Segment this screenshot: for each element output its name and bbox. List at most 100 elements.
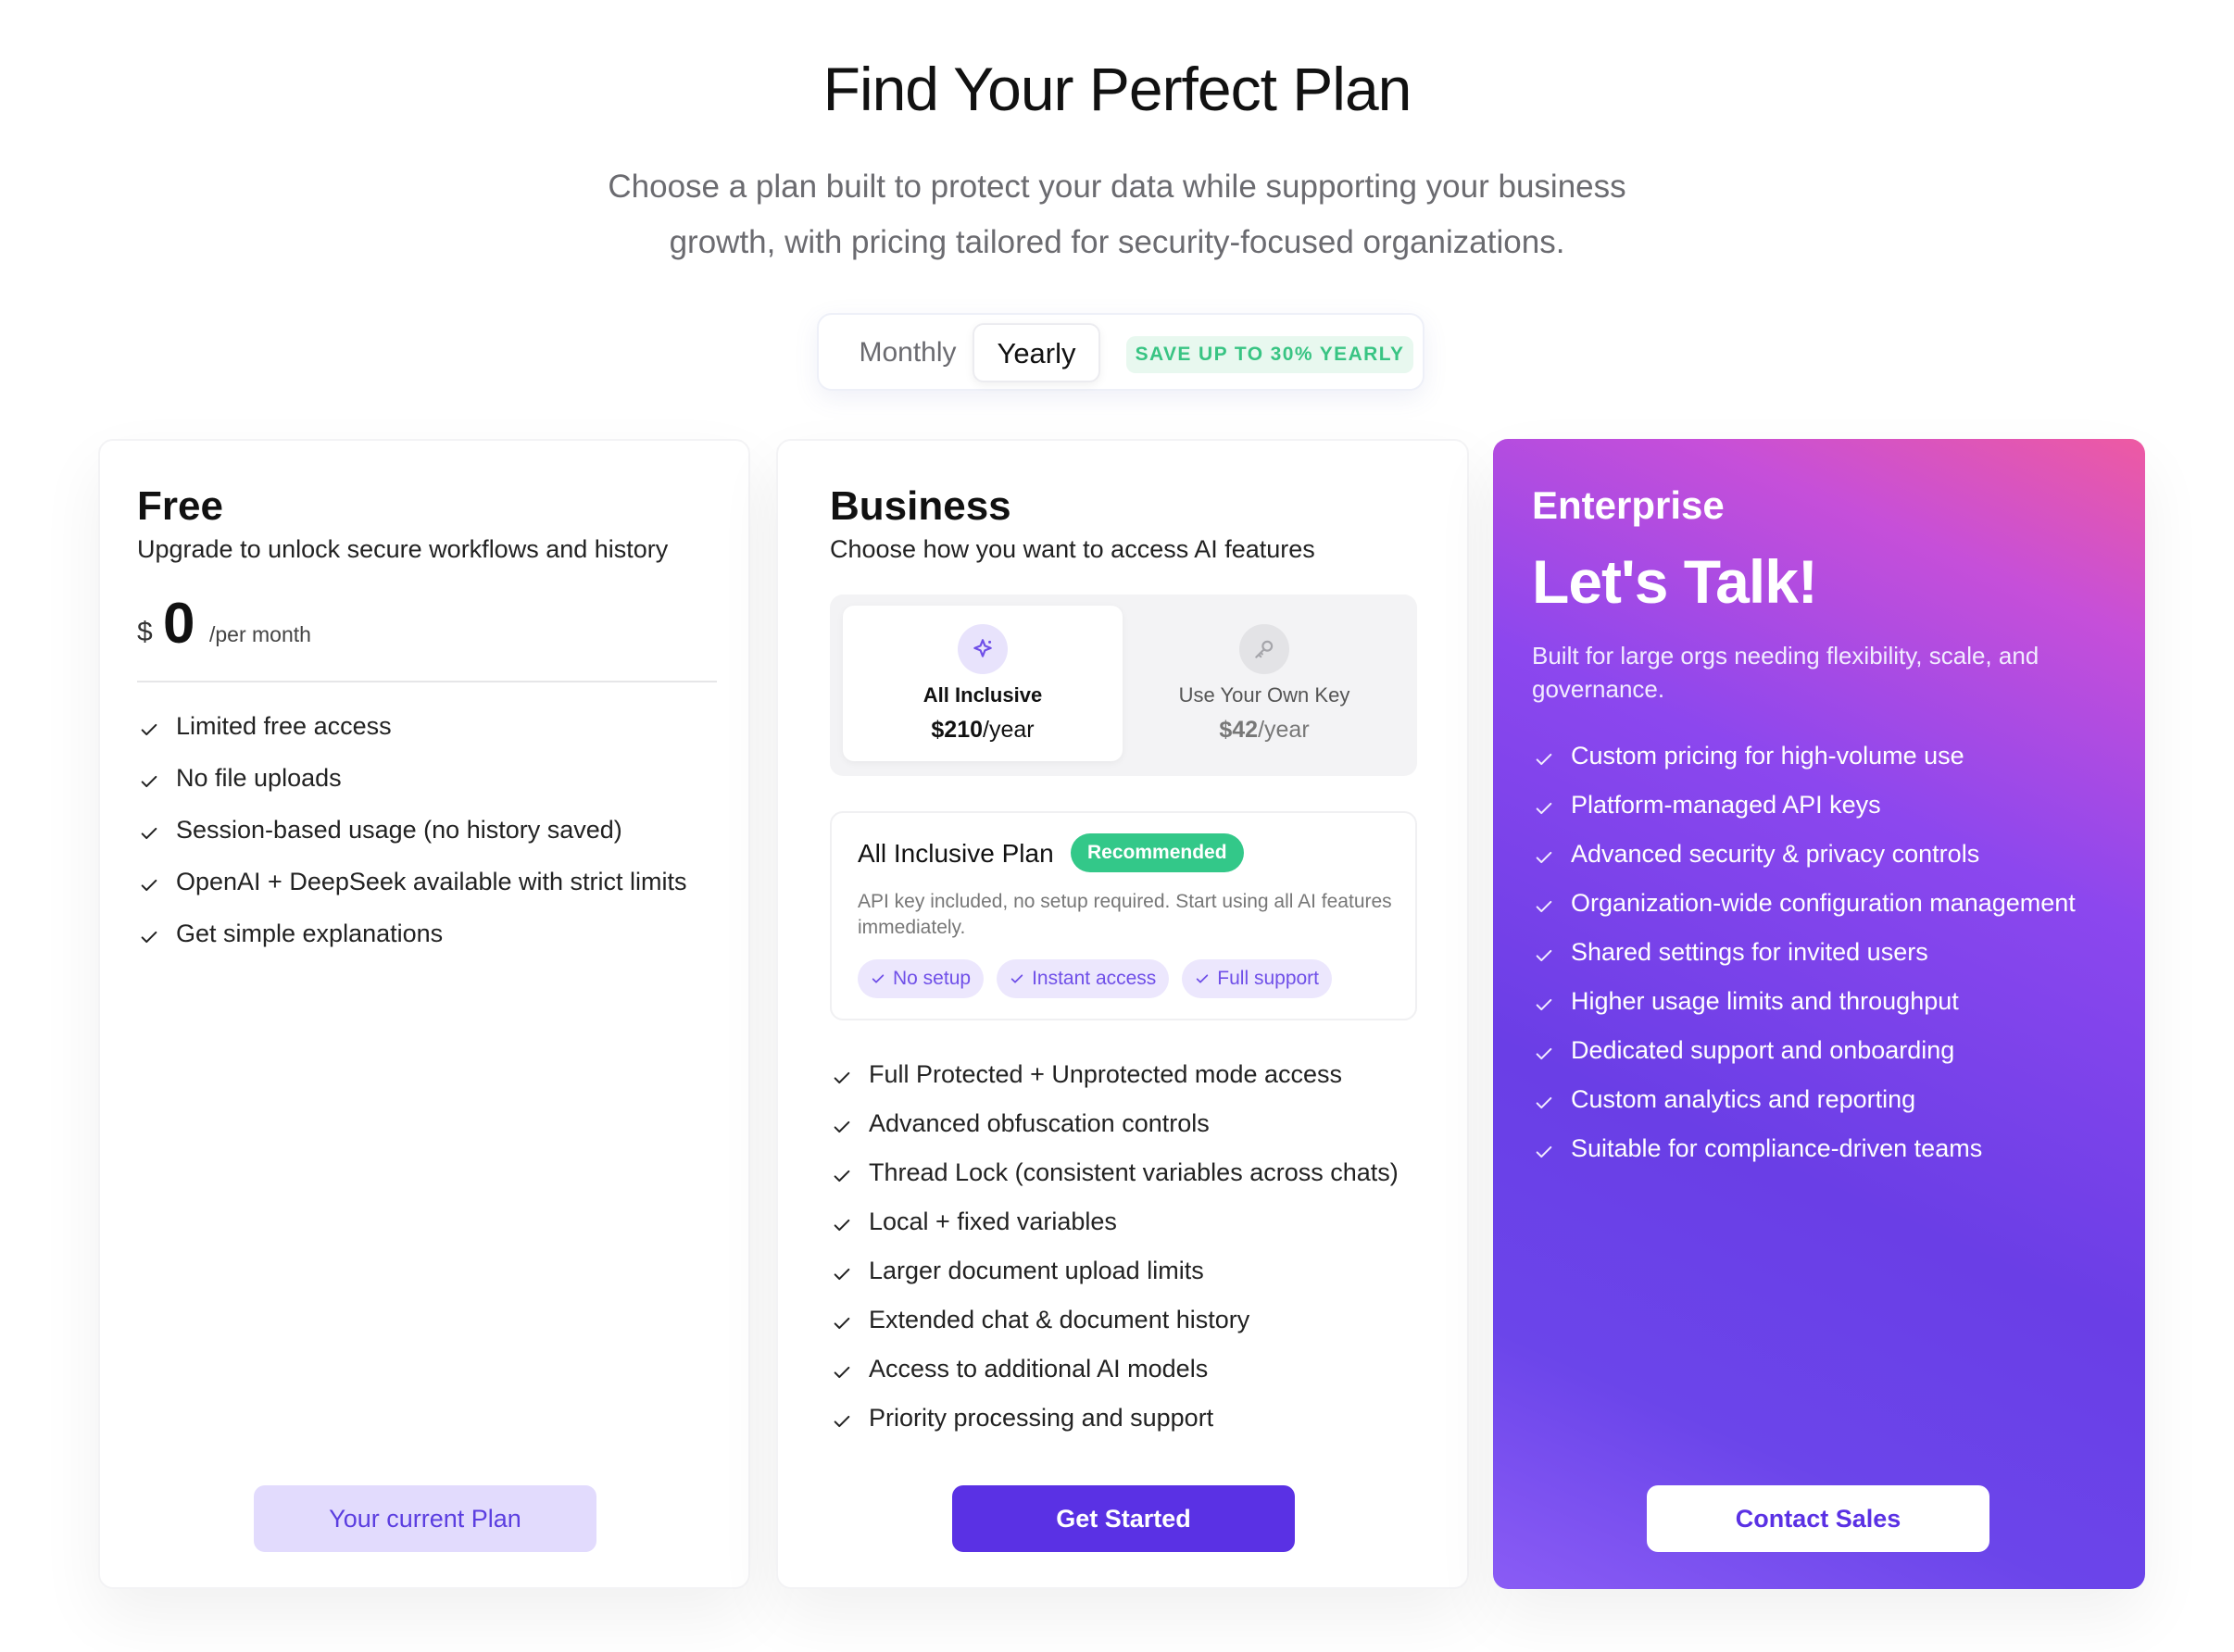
- feature-item: Suitable for compliance-driven teams: [1532, 1132, 2076, 1181]
- feature-text: Organization-wide configuration manageme…: [1571, 889, 2076, 917]
- current-plan-button[interactable]: Your current Plan: [254, 1485, 596, 1552]
- check-icon: [1534, 892, 1554, 913]
- check-icon: [139, 819, 159, 840]
- price-amount: 0: [163, 592, 195, 656]
- access-mode-selector: All Inclusive $210/year Use Your Own Key…: [830, 594, 1417, 776]
- feature-item: Organization-wide configuration manageme…: [1532, 886, 2076, 935]
- feature-text: Dedicated support and onboarding: [1571, 1036, 1955, 1064]
- feature-text: Priority processing and support: [869, 1404, 1214, 1432]
- check-icon: [139, 767, 159, 788]
- feature-item: Extended chat & document history: [830, 1303, 1399, 1352]
- plan-info-description: API key included, no setup required. Sta…: [858, 891, 1392, 938]
- check-icon: [139, 715, 159, 736]
- feature-item: Platform-managed API keys: [1532, 788, 2076, 837]
- feature-list: Full Protected + Unprotected mode access…: [830, 1058, 1399, 1450]
- feature-text: Thread Lock (consistent variables across…: [869, 1158, 1399, 1186]
- price-period: /per month: [209, 622, 311, 646]
- feature-text: Full Protected + Unprotected mode access: [869, 1060, 1343, 1088]
- check-icon: [139, 922, 159, 944]
- feature-text: Access to additional AI models: [869, 1355, 1209, 1383]
- enterprise-headline: Let's Talk!: [1532, 547, 1818, 616]
- toggle-yearly[interactable]: Yearly: [973, 323, 1100, 382]
- get-started-button[interactable]: Get Started: [952, 1485, 1295, 1552]
- feature-item: Access to additional AI models: [830, 1352, 1399, 1401]
- check-icon: [1010, 974, 1023, 983]
- feature-item: Custom pricing for high-volume use: [1532, 739, 2076, 788]
- check-icon: [832, 1308, 852, 1330]
- check-icon: [832, 1112, 852, 1133]
- feature-item: Session-based usage (no history saved): [137, 813, 687, 865]
- key-icon: [1239, 624, 1289, 674]
- feature-item: Local + fixed variables: [830, 1205, 1399, 1254]
- check-icon: [832, 1358, 852, 1379]
- feature-item: Priority processing and support: [830, 1401, 1399, 1450]
- recommended-badge: Recommended: [1071, 833, 1244, 872]
- page-title: Find Your Perfect Plan: [822, 55, 1412, 123]
- feature-text: Platform-managed API keys: [1571, 791, 1881, 819]
- option-price: $210/year: [931, 717, 1035, 743]
- toggle-monthly[interactable]: Monthly: [835, 326, 980, 380]
- feature-list: Limited free access No file uploads Sess…: [137, 709, 687, 969]
- subtitle-line-2: growth, with pricing tailored for securi…: [669, 224, 1565, 260]
- check-icon: [832, 1259, 852, 1281]
- feature-text: Local + fixed variables: [869, 1208, 1117, 1235]
- billing-period-toggle: Monthly Yearly SAVE UP TO 30% YEARLY: [817, 313, 1424, 391]
- plan-name: Business: [830, 483, 1011, 529]
- check-icon: [1534, 1039, 1554, 1060]
- feature-item: Shared settings for invited users: [1532, 935, 2076, 984]
- feature-item: Custom analytics and reporting: [1532, 1083, 2076, 1132]
- check-icon: [1534, 794, 1554, 815]
- feature-text: Custom analytics and reporting: [1571, 1085, 1916, 1113]
- page-subtitle: Choose a plan built to protect your data…: [561, 159, 1673, 270]
- option-own-key[interactable]: Use Your Own Key $42/year: [1124, 606, 1404, 761]
- feature-item: No file uploads: [137, 761, 687, 813]
- option-label: Use Your Own Key: [1178, 683, 1350, 707]
- save-badge: SAVE UP TO 30% YEARLY: [1126, 336, 1413, 373]
- feature-item: Get simple explanations: [137, 917, 687, 969]
- feature-text: Custom pricing for high-volume use: [1571, 742, 1964, 770]
- check-icon: [139, 870, 159, 892]
- plan-card-business: Business Choose how you want to access A…: [776, 439, 1469, 1589]
- option-all-inclusive[interactable]: All Inclusive $210/year: [843, 606, 1123, 761]
- check-icon: [1534, 843, 1554, 864]
- plan-description: Upgrade to unlock secure workflows and h…: [137, 535, 669, 563]
- check-icon: [832, 1210, 852, 1232]
- feature-text: Larger document upload limits: [869, 1257, 1204, 1284]
- feature-text: Advanced security & privacy controls: [1571, 840, 1980, 868]
- check-icon: [832, 1063, 852, 1084]
- feature-text: Session-based usage (no history saved): [176, 816, 622, 844]
- check-icon: [1534, 990, 1554, 1011]
- feature-item: Dedicated support and onboarding: [1532, 1033, 2076, 1083]
- plan-card-enterprise: Enterprise Let's Talk! Built for large o…: [1493, 439, 2145, 1589]
- option-label: All Inclusive: [922, 683, 1043, 707]
- feature-text: OpenAI + DeepSeek available with strict …: [176, 868, 687, 895]
- check-icon: [1197, 974, 1209, 983]
- check-icon: [1534, 745, 1554, 766]
- feature-item: Thread Lock (consistent variables across…: [830, 1156, 1399, 1205]
- contact-sales-button[interactable]: Contact Sales: [1647, 1485, 1989, 1552]
- check-icon: [1534, 941, 1554, 962]
- feature-item: Full Protected + Unprotected mode access: [830, 1058, 1399, 1107]
- subtitle-line-1: Choose a plan built to protect your data…: [608, 169, 1626, 205]
- plan-name: Free: [137, 483, 223, 529]
- feature-item: Larger document upload limits: [830, 1254, 1399, 1303]
- feature-item: Limited free access: [137, 709, 687, 761]
- option-price: $42/year: [1219, 717, 1310, 743]
- sparkle-icon: [958, 624, 1008, 674]
- feature-item: Advanced security & privacy controls: [1532, 837, 2076, 886]
- plan-name: Enterprise: [1532, 483, 1725, 527]
- feature-text: Extended chat & document history: [869, 1306, 1250, 1333]
- tag-instant-access: Instant access: [997, 959, 1170, 998]
- feature-text: Higher usage limits and throughput: [1571, 987, 1959, 1015]
- price-currency: $: [137, 617, 153, 647]
- feature-text: Limited free access: [176, 712, 392, 740]
- feature-item: OpenAI + DeepSeek available with strict …: [137, 865, 687, 917]
- divider: [137, 681, 717, 682]
- plan-card-free: Free Upgrade to unlock secure workflows …: [98, 439, 750, 1589]
- check-icon: [832, 1161, 852, 1183]
- feature-text: Suitable for compliance-driven teams: [1571, 1134, 1983, 1162]
- plan-description: Choose how you want to access AI feature…: [830, 535, 1315, 563]
- tag-full-support: Full support: [1182, 959, 1333, 998]
- check-icon: [1534, 1137, 1554, 1158]
- feature-text: Get simple explanations: [176, 920, 444, 947]
